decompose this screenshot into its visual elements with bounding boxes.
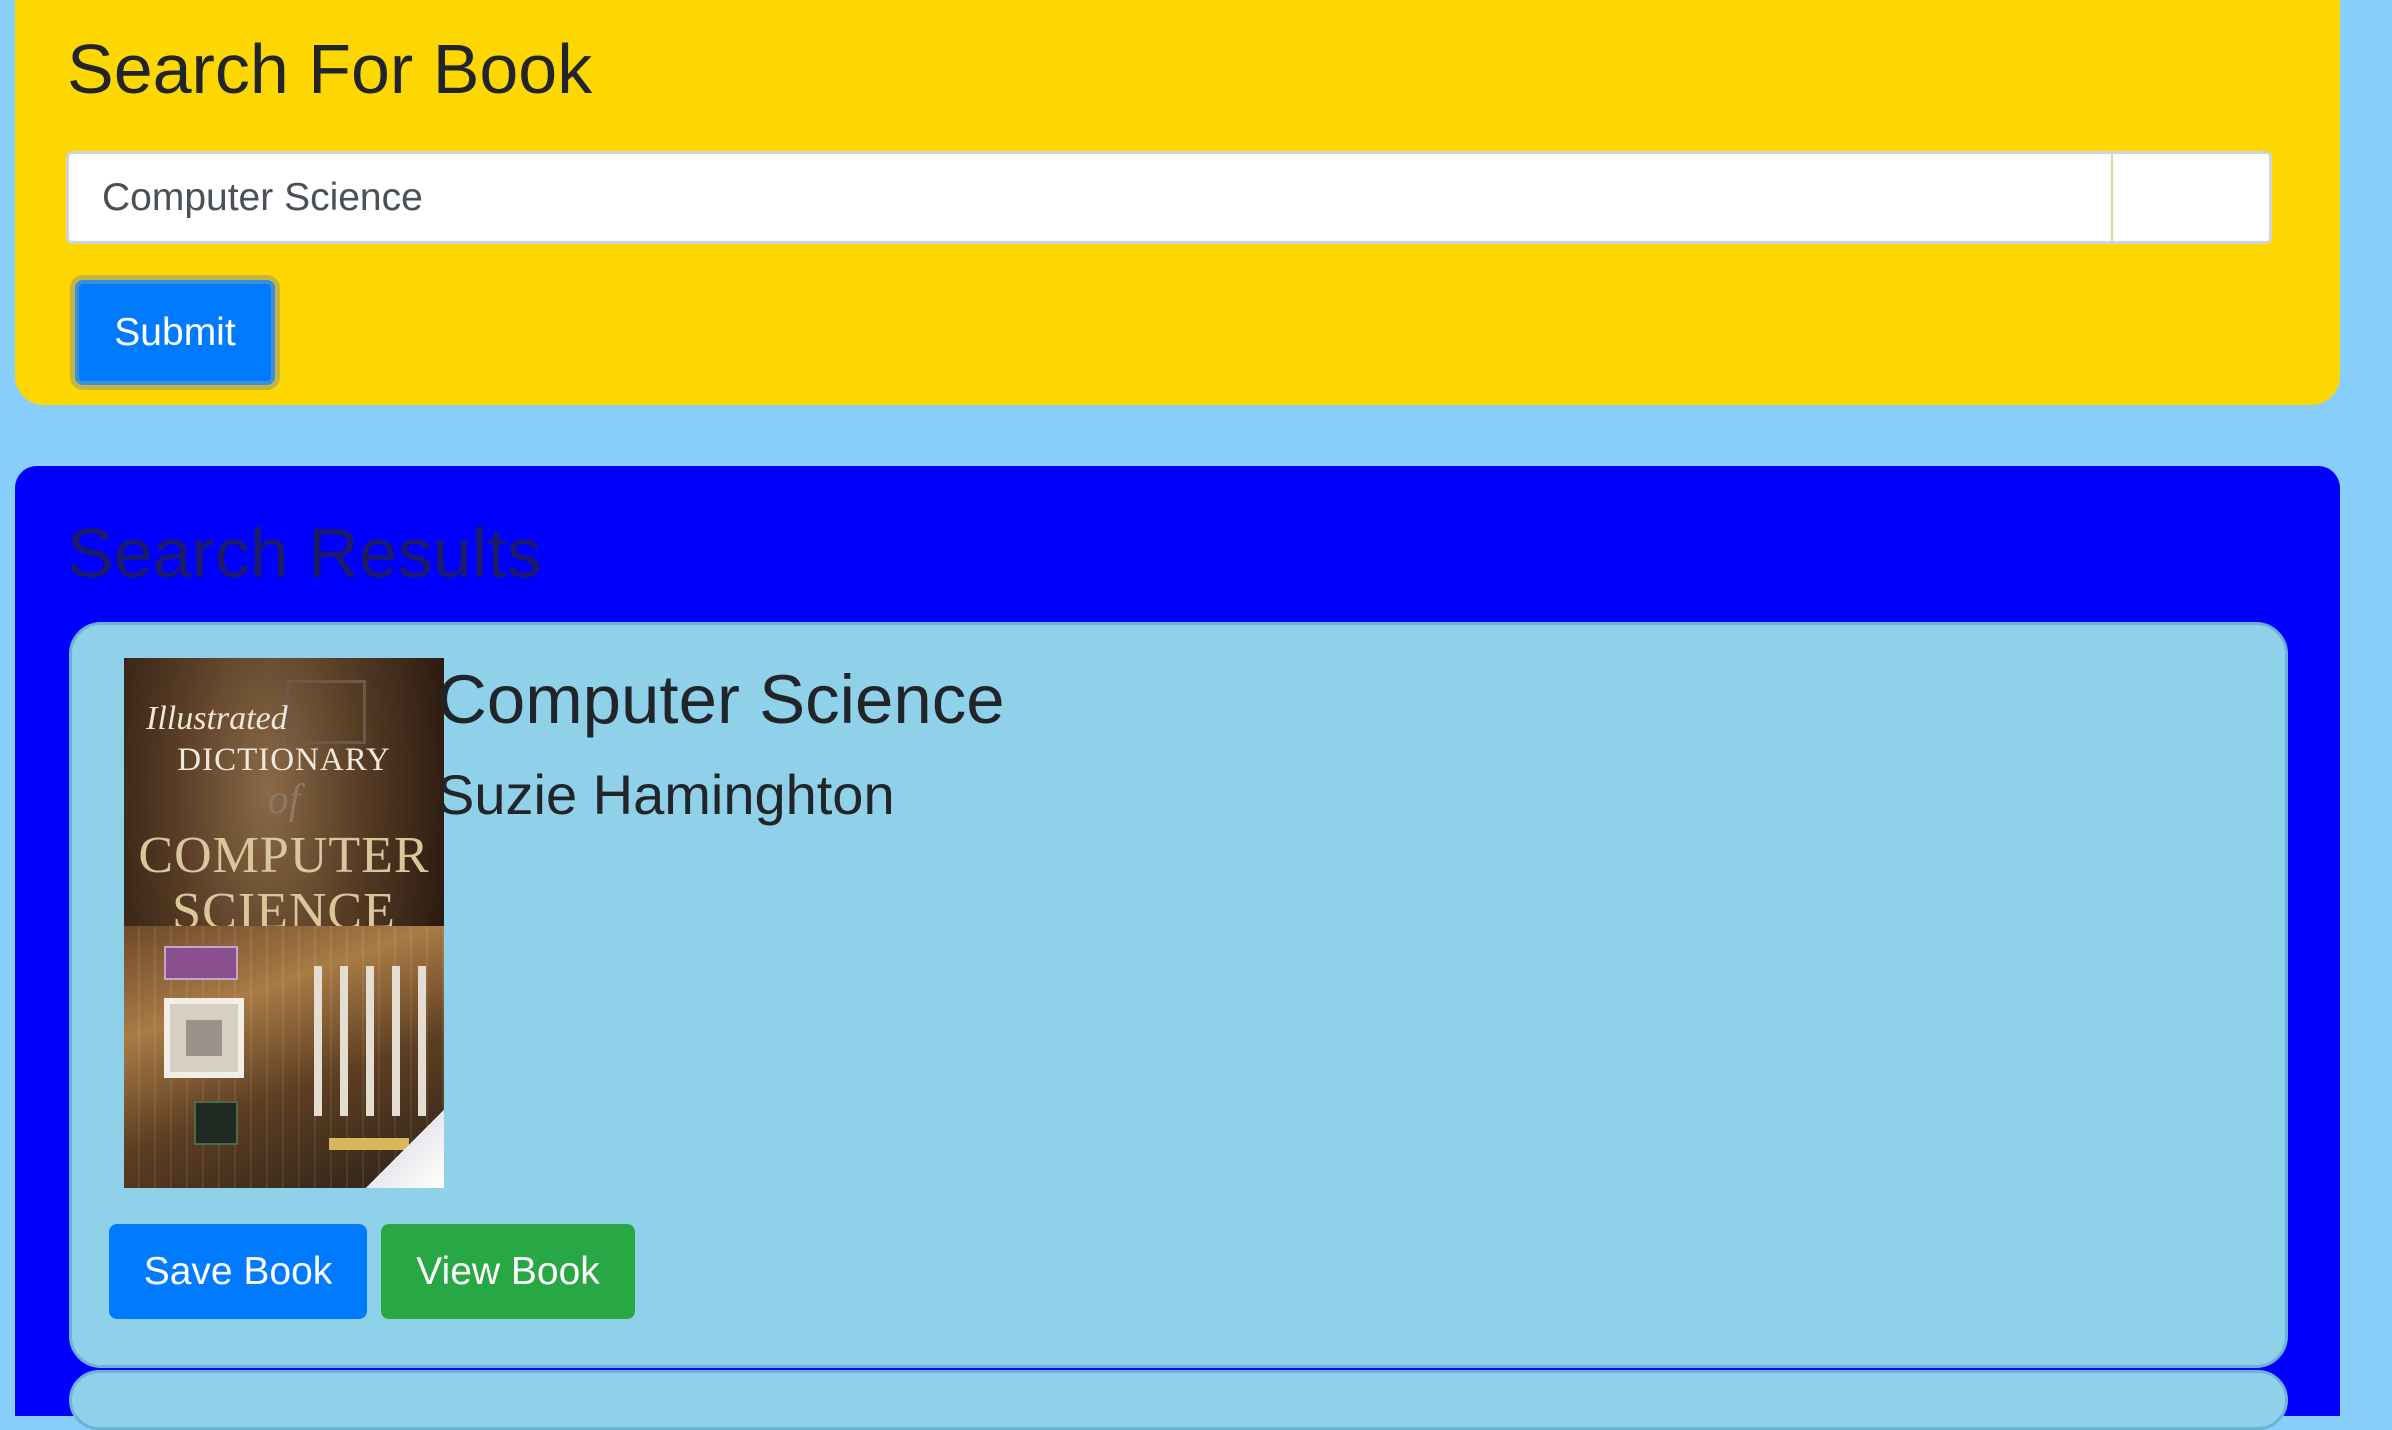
result-card-next <box>69 1370 2288 1430</box>
book-cover-image: Illustrated DICTIONARY of COMPUTER SCIEN… <box>124 658 444 1188</box>
cover-cpu-socket <box>164 998 244 1078</box>
cover-line-computer: COMPUTER <box>138 827 430 884</box>
results-panel: Search Results Illustrated DICTIONARY of… <box>15 466 2340 1430</box>
search-input-addon <box>2113 154 2269 241</box>
view-book-button[interactable]: View Book <box>381 1224 635 1319</box>
cover-page-curl <box>366 1110 444 1188</box>
search-title: Search For Book <box>67 30 593 108</box>
save-book-button[interactable]: Save Book <box>109 1224 367 1319</box>
cover-memory-slots <box>314 966 434 1116</box>
book-title: Computer Science <box>437 661 1005 738</box>
search-panel: Search For Book Submit <box>15 0 2340 405</box>
submit-button[interactable]: Submit <box>75 280 275 385</box>
cover-line-dictionary: DICTIONARY <box>177 742 391 778</box>
book-author: Suzie Haminghton <box>437 763 895 826</box>
cover-line-of: of <box>267 777 301 823</box>
result-card: Illustrated DICTIONARY of COMPUTER SCIEN… <box>69 622 2288 1368</box>
results-title: Search Results <box>67 514 542 592</box>
cover-line-illustrated: Illustrated <box>146 700 288 737</box>
cover-chip-green <box>194 1101 238 1145</box>
search-input[interactable] <box>69 154 2113 241</box>
cover-chip-purple <box>164 946 238 980</box>
search-input-group <box>66 151 2272 244</box>
cover-frame <box>286 680 366 744</box>
